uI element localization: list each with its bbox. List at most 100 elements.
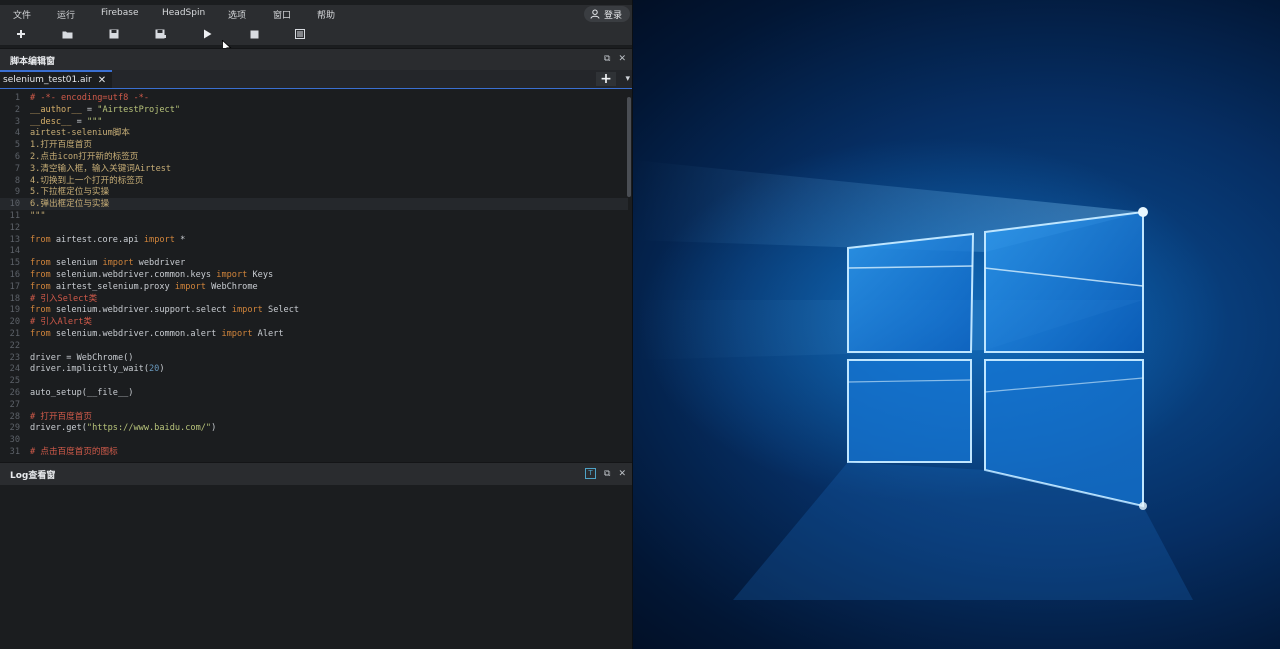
- code-text: from selenium.webdriver.common.alert imp…: [30, 329, 284, 339]
- code-line[interactable]: 3 __desc__ = """: [0, 116, 628, 128]
- editor-tab-bar: selenium_test01.air ✕ + ▾: [0, 70, 632, 89]
- run-script-button[interactable]: [199, 27, 215, 41]
- code-line[interactable]: 31 # 点击百度首页的图标: [0, 446, 628, 455]
- code-line[interactable]: 2 __author__ = "AirtestProject": [0, 104, 628, 116]
- code-line[interactable]: 28 # 打开百度首页: [0, 411, 628, 423]
- save-icon: [109, 29, 119, 39]
- line-number: 24: [9, 364, 20, 375]
- code-line[interactable]: 19 from selenium.webdriver.support.select…: [0, 304, 628, 316]
- code-text: from selenium.webdriver.support.select i…: [30, 305, 300, 316]
- save-as-button[interactable]: [152, 27, 168, 41]
- code-line[interactable]: 16 from selenium.webdriver.common.keys im…: [0, 269, 628, 281]
- code-line[interactable]: 12: [0, 222, 628, 234]
- line-number: 19: [9, 305, 20, 316]
- view-report-button[interactable]: [292, 27, 308, 41]
- code-line[interactable]: 21 from selenium.webdriver.common.alert i…: [0, 328, 628, 340]
- menu-options[interactable]: 选项: [228, 8, 246, 21]
- menu-firebase[interactable]: Firebase: [101, 8, 139, 18]
- code-line[interactable]: 30: [0, 434, 628, 446]
- code-line[interactable]: 25: [0, 375, 628, 387]
- code-line[interactable]: 20 # 引入Alert类: [0, 316, 628, 328]
- close-panel-icon[interactable]: ✕: [618, 469, 626, 479]
- float-panel-icon[interactable]: ⧉: [604, 469, 610, 479]
- new-file-button[interactable]: [13, 27, 29, 41]
- line-number: 22: [9, 340, 20, 351]
- code-line[interactable]: 11 """: [0, 210, 628, 222]
- airtest-ide-window: 文件 运行 Firebase HeadSpin 选项 窗口 帮助 登录 脚本编辑…: [0, 0, 632, 649]
- line-number: 14: [9, 246, 20, 257]
- plus-icon: [17, 30, 25, 38]
- menu-run[interactable]: 运行: [57, 8, 75, 21]
- line-number: 27: [9, 399, 20, 410]
- code-line[interactable]: 27: [0, 399, 628, 411]
- float-panel-icon[interactable]: ⧉: [604, 54, 610, 64]
- menu-window[interactable]: 窗口: [273, 8, 291, 21]
- stop-script-button[interactable]: [246, 27, 262, 41]
- code-text: 3.清空输入框，输入关键词Airtest: [30, 163, 172, 174]
- code-text: from airtest.core.api import *: [30, 234, 186, 245]
- line-number: 1: [14, 93, 20, 103]
- line-number: 23: [9, 352, 20, 363]
- code-line[interactable]: 14: [0, 245, 628, 257]
- line-number: 16: [9, 270, 20, 280]
- tab-close-icon[interactable]: ✕: [98, 75, 106, 86]
- code-text: 6.弹出框定位与实操: [30, 199, 110, 210]
- code-text: # 引入Alert类: [30, 317, 92, 328]
- code-line[interactable]: 8 4.切换到上一个打开的标签页: [0, 175, 628, 187]
- code-text: from selenium import webdriver: [30, 258, 186, 269]
- code-editor[interactable]: 1 # -*- encoding=utf8 -*- 2 __author__ = "A…: [0, 89, 632, 455]
- line-number: 3: [14, 116, 20, 127]
- filter-icon[interactable]: T: [585, 468, 597, 479]
- open-folder-button[interactable]: [59, 27, 75, 41]
- editor-scrollbar[interactable]: [627, 97, 631, 197]
- login-button[interactable]: 登录: [583, 6, 630, 22]
- code-line[interactable]: 24 driver.implicitly_wait(20): [0, 363, 628, 375]
- save-button[interactable]: [106, 27, 122, 41]
- line-number: 29: [9, 423, 20, 434]
- code-line[interactable]: 23 driver = WebChrome(): [0, 352, 628, 364]
- line-number: 8: [14, 175, 20, 186]
- code-text: 5.下拉框定位与实操: [30, 187, 110, 198]
- log-viewer-content: [0, 486, 632, 649]
- close-panel-icon[interactable]: ✕: [618, 54, 626, 64]
- menu-help[interactable]: 帮助: [317, 8, 335, 21]
- code-line[interactable]: 5 1.打开百度首页: [0, 139, 628, 151]
- code-line[interactable]: 26 auto_setup(__file__): [0, 387, 628, 399]
- code-text: # 打开百度首页: [30, 411, 92, 422]
- line-number: 15: [9, 258, 20, 269]
- line-number: 12: [9, 222, 20, 233]
- code-line[interactable]: 6 2.点击icon打开新的标签页: [0, 151, 628, 163]
- code-line[interactable]: 17 from airtest_selenium.proxy import Web…: [0, 281, 628, 293]
- code-line[interactable]: 15 from selenium import webdriver: [0, 257, 628, 269]
- code-text: auto_setup(__file__): [30, 388, 134, 398]
- code-text: driver = WebChrome(): [30, 352, 134, 363]
- line-number: 6: [14, 152, 20, 162]
- menu-headspin[interactable]: HeadSpin: [162, 8, 205, 18]
- code-text: from selenium.webdriver.common.keys impo…: [30, 270, 274, 280]
- tab-selenium-test01[interactable]: selenium_test01.air ✕: [0, 70, 113, 88]
- add-tab-button[interactable]: +: [596, 71, 616, 87]
- code-text: # -*- encoding=utf8 -*-: [30, 93, 149, 103]
- code-line[interactable]: 18 # 引入Select类: [0, 293, 628, 305]
- code-line[interactable]: 9 5.下拉框定位与实操: [0, 186, 628, 198]
- folder-icon: [62, 31, 72, 38]
- code-line[interactable]: 4 airtest-selenium脚本: [0, 127, 628, 139]
- menu-file[interactable]: 文件: [13, 8, 31, 21]
- user-icon: [590, 9, 600, 19]
- chevron-down-icon[interactable]: ▾: [625, 74, 630, 84]
- code-line[interactable]: 29 driver.get("https://www.baidu.com/"): [0, 422, 628, 434]
- line-number: 21: [9, 329, 20, 339]
- code-line[interactable]: 22: [0, 340, 628, 352]
- report-icon: [295, 29, 305, 39]
- windows-desktop-wallpaper: [633, 0, 1280, 649]
- code-text: driver.implicitly_wait(20): [30, 364, 165, 375]
- log-viewer-title: Log查看窗: [10, 470, 56, 481]
- code-line[interactable]: 7 3.清空输入框，输入关键词Airtest: [0, 163, 628, 175]
- line-number: 7: [14, 163, 20, 174]
- code-line[interactable]: 1 # -*- encoding=utf8 -*-: [0, 92, 628, 104]
- code-text: airtest-selenium脚本: [30, 128, 130, 139]
- code-line[interactable]: 10 6.弹出框定位与实操: [0, 198, 628, 211]
- code-text: __desc__ = """: [30, 116, 103, 127]
- code-line[interactable]: 13 from airtest.core.api import *: [0, 234, 628, 246]
- script-editor-title: 脚本编辑窗: [10, 56, 56, 67]
